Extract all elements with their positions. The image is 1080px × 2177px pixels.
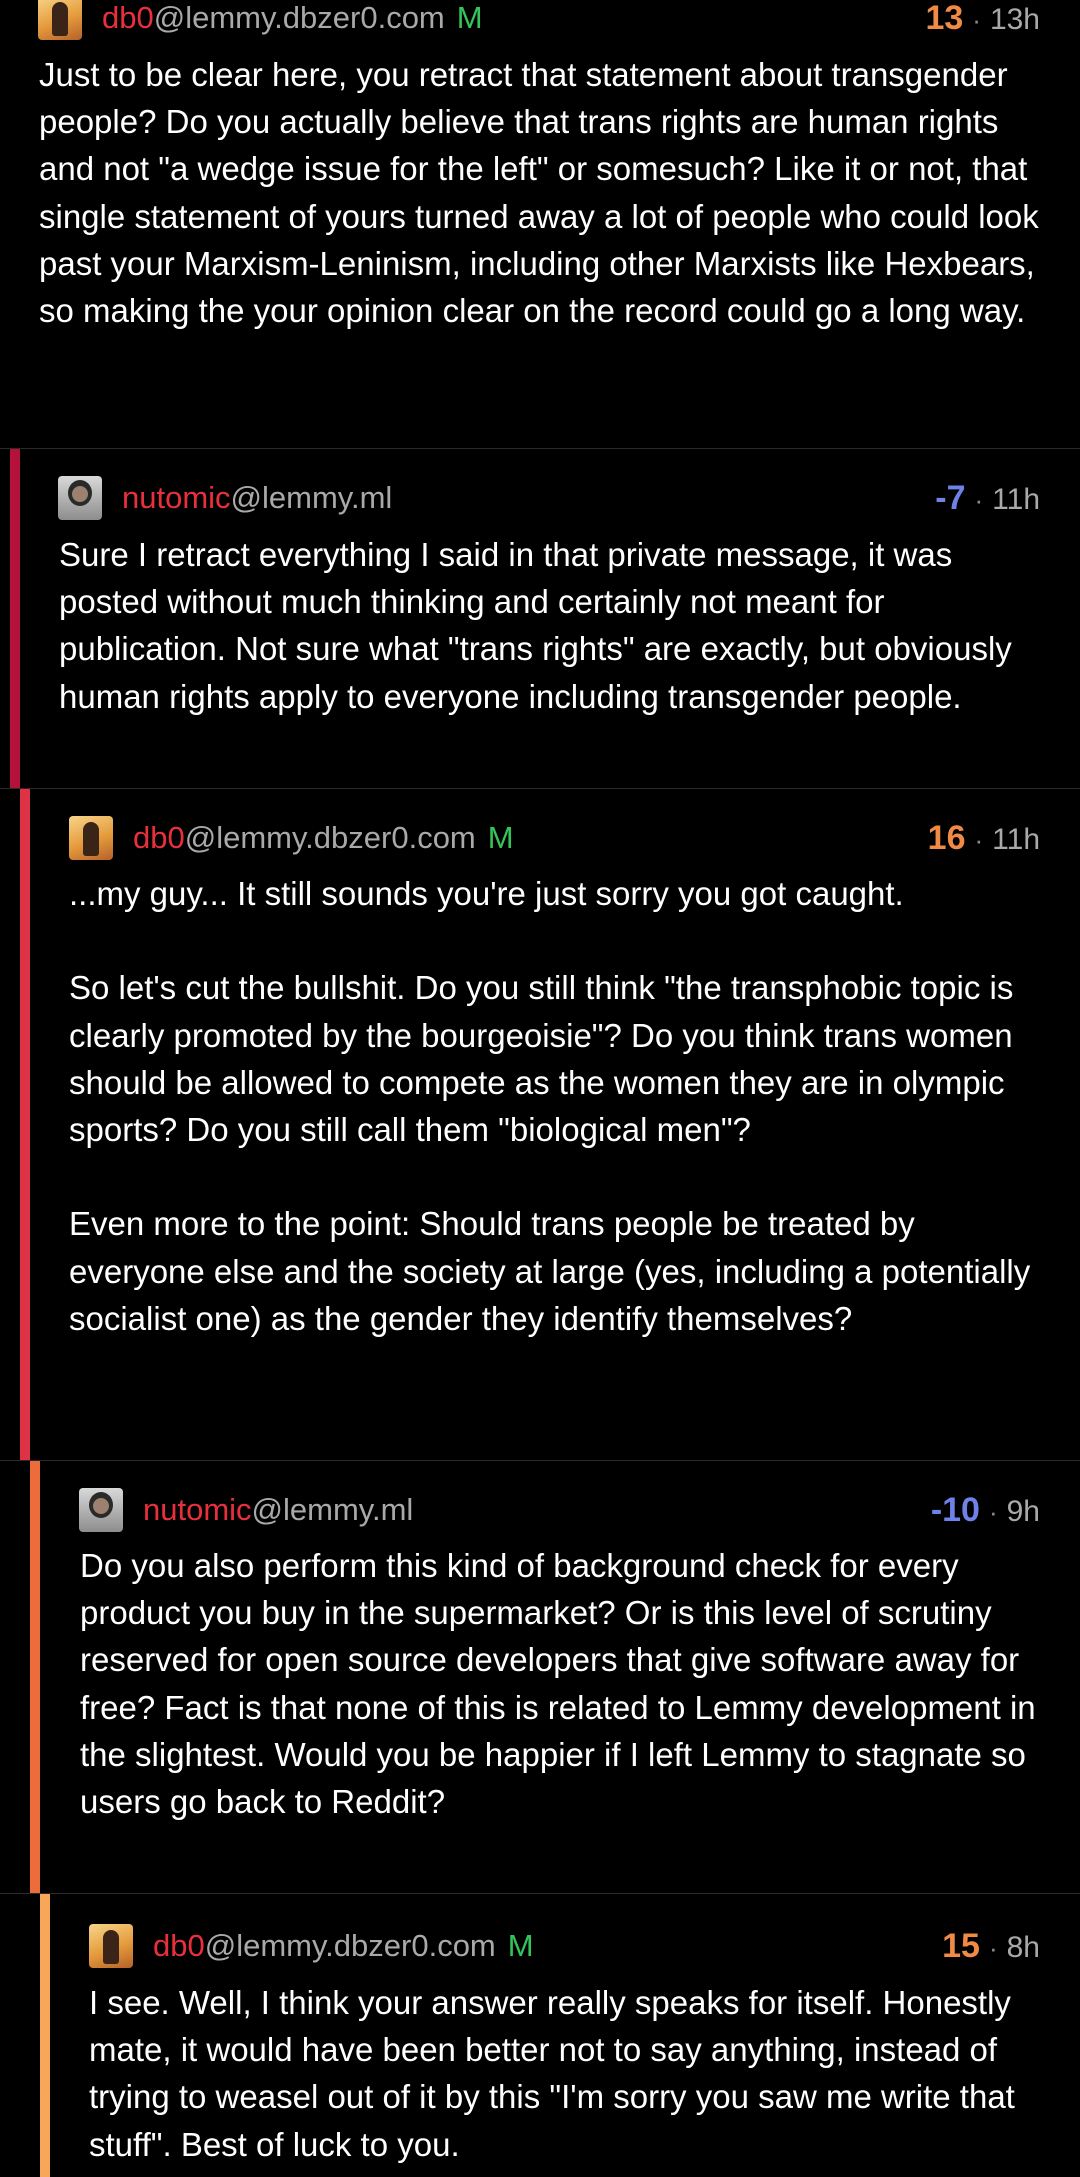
comment[interactable]: nutomic @lemmy.ml -7 · 11h Sure I retract… — [0, 448, 1080, 789]
instance-name[interactable]: @lemmy.ml — [231, 480, 393, 516]
avatar[interactable] — [79, 1488, 123, 1532]
thread-depth-bar[interactable] — [10, 449, 20, 789]
score[interactable]: -10 — [931, 1491, 980, 1530]
comment-paragraph: I see. Well, I think your answer really … — [89, 1984, 1015, 2163]
comment-paragraph: Do you also perform this kind of backgro… — [80, 1547, 1036, 1821]
score[interactable]: -7 — [935, 479, 965, 518]
timestamp: 13h — [989, 2, 1040, 36]
avatar[interactable] — [89, 1924, 133, 1968]
score[interactable]: 16 — [928, 819, 966, 858]
avatar[interactable] — [58, 476, 102, 520]
avatar[interactable] — [38, 0, 82, 40]
separator-dot: · — [972, 4, 981, 35]
comment-header: nutomic @lemmy.ml -10 · 9h — [79, 1488, 1040, 1532]
score[interactable]: 13 — [925, 0, 963, 38]
comment-paragraph: Sure I retract everything I said in that… — [59, 536, 1012, 715]
comment-meta: -7 · 11h — [935, 479, 1040, 518]
comment-meta: 15 · 8h — [942, 1927, 1040, 1966]
comment-header: db0 @lemmy.dbzer0.com M 13 · 13h — [38, 0, 1040, 40]
moderator-badge: M — [487, 820, 514, 855]
comment-meta: 13 · 13h — [925, 0, 1040, 38]
timestamp: 8h — [1006, 1930, 1040, 1964]
comment-body: Just to be clear here, you retract that … — [39, 51, 1044, 334]
instance-name[interactable]: @lemmy.dbzer0.com — [185, 820, 476, 856]
comment[interactable]: db0 @lemmy.dbzer0.com M 15 · 8h I see. We… — [0, 1893, 1080, 2177]
comment[interactable]: db0 @lemmy.dbzer0.com M 16 · 11h ...my gu… — [0, 788, 1080, 1461]
comment-body: ...my guy... It still sounds you're just… — [69, 870, 1044, 1342]
separator-dot: · — [974, 484, 984, 515]
separator-dot: · — [988, 1496, 998, 1527]
thread-depth-bar[interactable] — [20, 789, 30, 1461]
instance-name[interactable]: @lemmy.dbzer0.com — [154, 0, 445, 36]
timestamp: 11h — [992, 482, 1040, 516]
comment-header: db0 @lemmy.dbzer0.com M 15 · 8h — [89, 1924, 1040, 1968]
comment-paragraph: ...my guy... It still sounds you're just… — [69, 875, 904, 912]
username[interactable]: nutomic — [122, 480, 231, 516]
comment-body: Do you also perform this kind of backgro… — [80, 1542, 1044, 1825]
username[interactable]: db0 — [102, 0, 154, 36]
score[interactable]: 15 — [942, 1927, 980, 1966]
timestamp: 9h — [1006, 1494, 1040, 1528]
moderator-badge: M — [507, 1928, 534, 1963]
separator-dot: · — [974, 824, 984, 855]
username[interactable]: db0 — [133, 820, 185, 856]
comment-paragraph: Just to be clear here, you retract that … — [39, 56, 1039, 330]
comment-header: nutomic @lemmy.ml -7 · 11h — [58, 476, 1040, 520]
comment[interactable]: nutomic @lemmy.ml -10 · 9h Do you also pe… — [0, 1460, 1080, 1894]
avatar[interactable] — [69, 816, 113, 860]
separator-dot: · — [988, 1932, 998, 1963]
comment[interactable]: db0 @lemmy.dbzer0.com M 13 · 13h Just to … — [0, 0, 1080, 448]
instance-name[interactable]: @lemmy.dbzer0.com — [205, 1928, 496, 1964]
moderator-badge: M — [456, 0, 483, 35]
username[interactable]: db0 — [153, 1928, 205, 1964]
username[interactable]: nutomic — [143, 1492, 252, 1528]
comment-meta: 16 · 11h — [928, 819, 1040, 858]
comment-header: db0 @lemmy.dbzer0.com M 16 · 11h — [69, 816, 1040, 860]
comment-paragraph: Even more to the point: Should trans peo… — [69, 1205, 1031, 1337]
comment-paragraph: So let's cut the bullshit. Do you still … — [69, 969, 1014, 1148]
thread-depth-bar[interactable] — [40, 1894, 50, 2177]
comment-body: Sure I retract everything I said in that… — [59, 531, 1044, 720]
instance-name[interactable]: @lemmy.ml — [252, 1492, 414, 1528]
comment-meta: -10 · 9h — [931, 1491, 1040, 1530]
comment-body: I see. Well, I think your answer really … — [89, 1979, 1044, 2168]
thread-depth-bar[interactable] — [30, 1461, 40, 1894]
timestamp: 11h — [992, 822, 1040, 856]
